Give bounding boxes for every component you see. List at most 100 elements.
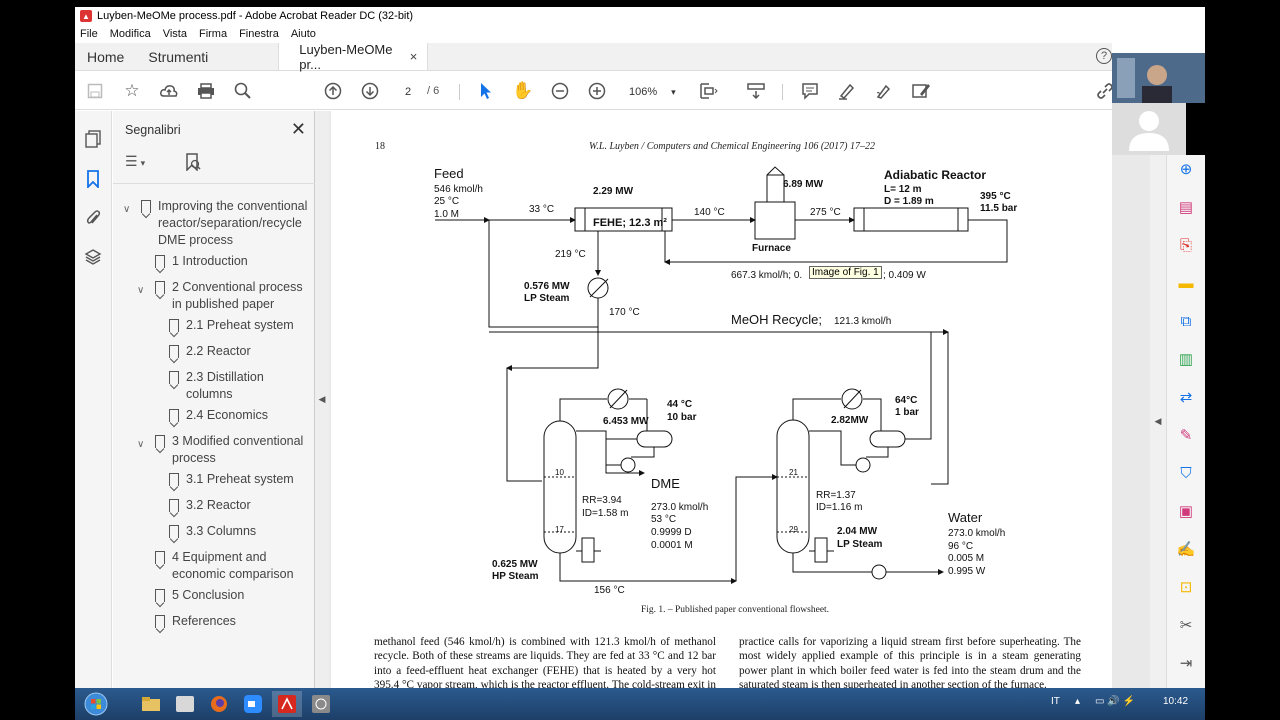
chevron-down-icon[interactable]: ∨ <box>137 282 144 299</box>
c2-condenser-duty: 2.82MW <box>831 415 869 426</box>
page-number-input[interactable] <box>396 83 420 101</box>
chevron-down-icon[interactable]: ∨ <box>137 436 144 453</box>
start-button[interactable] <box>79 691 113 717</box>
c2-stage-bottom: 29 <box>789 525 798 534</box>
explorer-icon[interactable] <box>136 691 166 717</box>
window-title: Luyben-MeOMe process.pdf - Adobe Acrobat… <box>97 10 414 22</box>
search-icon[interactable] <box>233 81 253 101</box>
expand-tools-icon[interactable]: ⇥ <box>1176 653 1196 673</box>
language-indicator[interactable]: IT <box>1051 696 1060 707</box>
close-tab-icon[interactable]: × <box>410 49 418 64</box>
bookmark-icon <box>169 345 179 358</box>
save-icon[interactable] <box>85 81 105 101</box>
attachment-icon[interactable] <box>83 208 103 228</box>
upload-cloud-icon[interactable] <box>159 81 179 101</box>
bookmark-item[interactable]: 3.1 Preheat system <box>123 471 313 488</box>
bookmark-item[interactable]: 2.4 Economics <box>123 407 313 424</box>
water-temp: 96 °C <box>948 541 973 552</box>
bookmarks-panel: Segnalibri ✕ ☰ ▾ ∨ Improving the conventi… <box>113 111 315 688</box>
zoom-in-icon[interactable] <box>587 81 607 101</box>
highlight-pen-icon[interactable] <box>837 81 857 101</box>
more-tools-icon[interactable]: ✂ <box>1176 615 1196 635</box>
combine-files-icon[interactable]: ▥ <box>1176 349 1196 369</box>
bookmark-item[interactable]: 2.3 Distillation columns <box>123 369 313 403</box>
menu-finestra[interactable]: Finestra <box>239 28 279 40</box>
right-panel-handle[interactable]: ◀ <box>1150 155 1166 688</box>
bookmark-item[interactable]: ∨ 2 Conventional process in published pa… <box>123 279 313 313</box>
page-thumbnails-icon[interactable] <box>83 129 103 149</box>
tray-overflow-icon[interactable]: ▴ <box>1075 696 1080 707</box>
page-down-icon[interactable] <box>360 81 380 101</box>
bookmark-item[interactable]: 3.3 Columns <box>123 523 313 540</box>
clock[interactable]: 10:42 <box>1163 696 1188 707</box>
c2-diameter: ID=1.16 m <box>816 502 862 513</box>
comment-icon[interactable] <box>800 81 820 101</box>
tray-icons[interactable]: ▭ 🔊 ⚡ <box>1095 696 1135 707</box>
feed-label: Feed <box>434 166 464 181</box>
c1-reboiler-duty: 0.625 MW <box>492 559 538 570</box>
chevron-down-icon[interactable]: ∨ <box>123 201 130 218</box>
tab-home[interactable]: Home <box>75 43 136 70</box>
zoom-select[interactable]: 106% ▾ <box>620 83 678 101</box>
menu-aiuto[interactable]: Aiuto <box>291 28 316 40</box>
print-icon[interactable] <box>196 81 216 101</box>
app-icon[interactable] <box>306 691 336 717</box>
acrobat-app-icon[interactable] <box>272 691 302 717</box>
bookmark-item[interactable]: References <box>123 613 313 630</box>
hand-tool-icon[interactable]: ✋ <box>512 81 533 101</box>
menu-modifica[interactable]: Modifica <box>110 28 151 40</box>
bookmark-item[interactable]: 3.2 Reactor <box>123 497 313 514</box>
bookmark-item[interactable]: 5 Conclusion <box>123 587 313 604</box>
zoom-app-icon[interactable] <box>238 691 268 717</box>
fill-sign-tool-icon[interactable]: ✎ <box>1176 425 1196 445</box>
bookmark-item[interactable]: ∨ 3 Modified conventional process <box>123 433 313 467</box>
bookmark-icon <box>155 255 165 268</box>
c2-reboiler-duty: 2.04 MW <box>837 526 878 537</box>
bookmark-item[interactable]: 2.1 Preheat system <box>123 317 313 334</box>
send-review-icon[interactable]: ⇄ <box>1176 387 1196 407</box>
zoom-out-icon[interactable] <box>550 81 570 101</box>
fit-page-icon[interactable] <box>699 81 719 101</box>
fill-sign-icon[interactable] <box>911 81 931 101</box>
select-cursor-icon[interactable] <box>476 81 496 101</box>
bookmark-icon <box>169 473 179 486</box>
bookmark-item[interactable]: 4 Equipment and economic comparison <box>123 549 313 583</box>
tab-document[interactable]: Luyben-MeOMe pr... × <box>278 42 429 72</box>
new-bookmark-icon[interactable] <box>185 153 201 173</box>
edit-pdf-icon[interactable]: ⧉ <box>1176 311 1196 331</box>
print-production-icon[interactable]: ▣ <box>1176 501 1196 521</box>
protect-icon[interactable]: ⛉ <box>1176 463 1196 483</box>
c2-stage-top: 21 <box>789 468 798 477</box>
bookmark-item[interactable]: ∨ Improving the conventional reactor/sep… <box>123 198 313 249</box>
menu-firma[interactable]: Firma <box>199 28 227 40</box>
create-pdf-icon[interactable]: ⊕ <box>1176 159 1196 179</box>
bookmark-star-icon[interactable]: ☆ <box>122 81 142 101</box>
bookmarks-panel-icon[interactable] <box>83 169 103 189</box>
help-icon[interactable]: ? <box>1096 48 1112 64</box>
bookmark-icon <box>155 551 165 564</box>
page-up-icon[interactable] <box>323 81 343 101</box>
bookmark-item[interactable]: 2.2 Reactor <box>123 343 313 360</box>
menu-vista[interactable]: Vista <box>163 28 187 40</box>
comment-tool-icon[interactable]: ▬ <box>1176 273 1196 293</box>
export-pdf-icon[interactable]: ⎘ <box>1176 235 1196 255</box>
layers-icon[interactable] <box>83 247 103 267</box>
firefox-icon[interactable] <box>204 691 234 717</box>
menu-file[interactable]: File <box>80 28 98 40</box>
tools-pane: ⊕ ▤ ⎘ ▬ ⧉ ▥ ⇄ ✎ ⛉ ▣ ✍ ⊡ ✂ ⇥ <box>1166 155 1205 688</box>
webcam-presenter <box>1112 53 1205 103</box>
scroll-mode-icon[interactable] <box>746 81 766 101</box>
certificates-icon[interactable]: ✍ <box>1176 539 1196 559</box>
organize-pages-icon[interactable]: ▤ <box>1176 197 1196 217</box>
link-icon[interactable] <box>1095 81 1112 101</box>
tab-tools[interactable]: Strumenti <box>136 43 220 70</box>
media-icon[interactable] <box>170 691 200 717</box>
temp-275: 275 °C <box>810 207 841 218</box>
draw-pen-icon[interactable] <box>874 81 894 101</box>
rich-media-icon[interactable]: ⊡ <box>1176 577 1196 597</box>
bookmark-item[interactable]: 1 Introduction <box>123 253 313 270</box>
panel-collapse-handle[interactable]: ◀ <box>315 111 329 688</box>
close-panel-icon[interactable]: ✕ <box>291 119 306 140</box>
bookmark-options-icon[interactable]: ☰ ▾ <box>125 153 163 169</box>
bookmarks-title: Segnalibri <box>125 123 181 137</box>
